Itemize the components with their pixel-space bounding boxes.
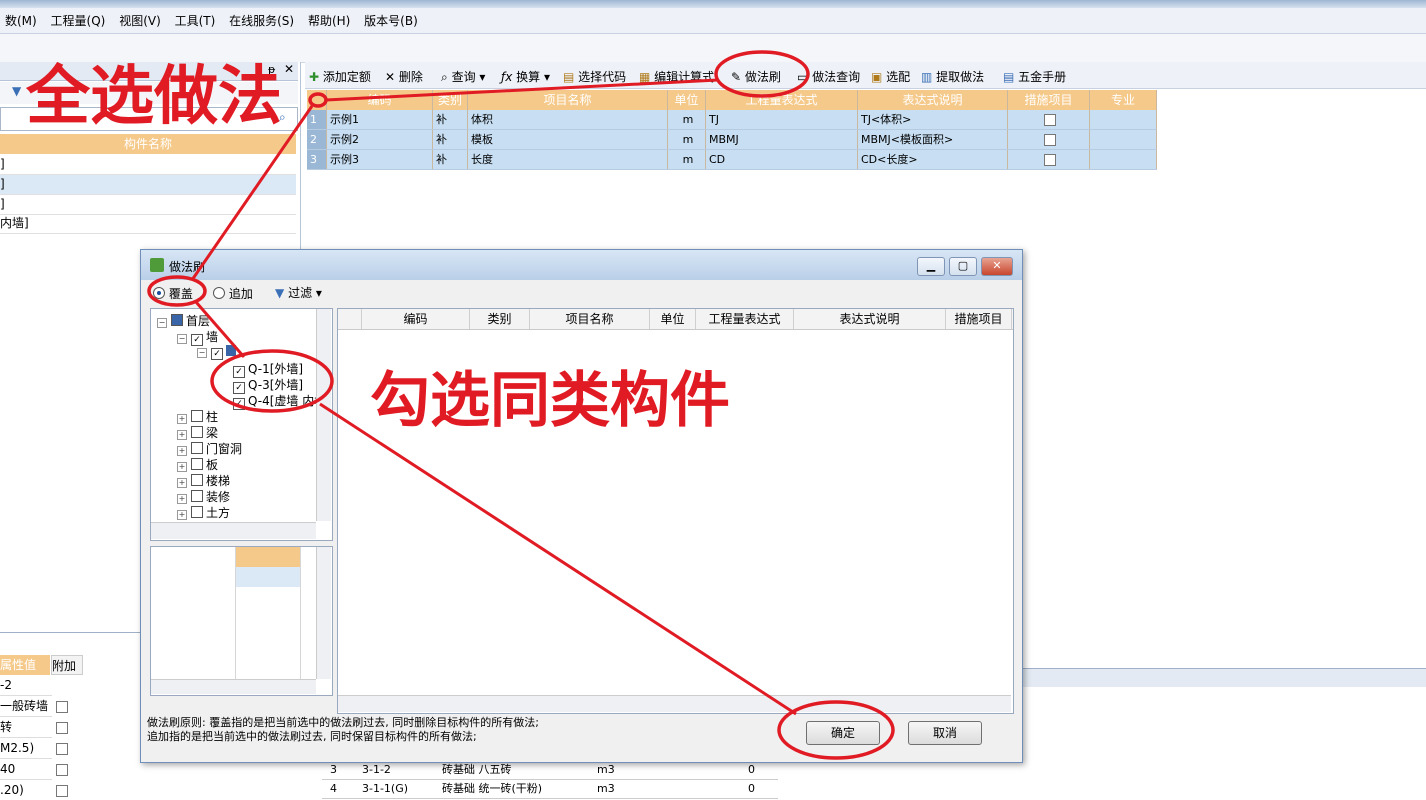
highlight-ring-select-all [308,92,328,108]
highlight-ring-method-brush [714,50,810,98]
annotation-select-all: 全选做法 [26,60,282,134]
annotation-arrow [194,301,246,358]
annotation-check-same: 勾选同类构件 [370,366,730,436]
highlight-ring-components [210,349,334,413]
highlight-ring-ok [777,700,895,760]
annotation-arrow [325,78,719,102]
annotation-arrow [319,402,797,716]
highlight-ring-overwrite [147,275,207,307]
